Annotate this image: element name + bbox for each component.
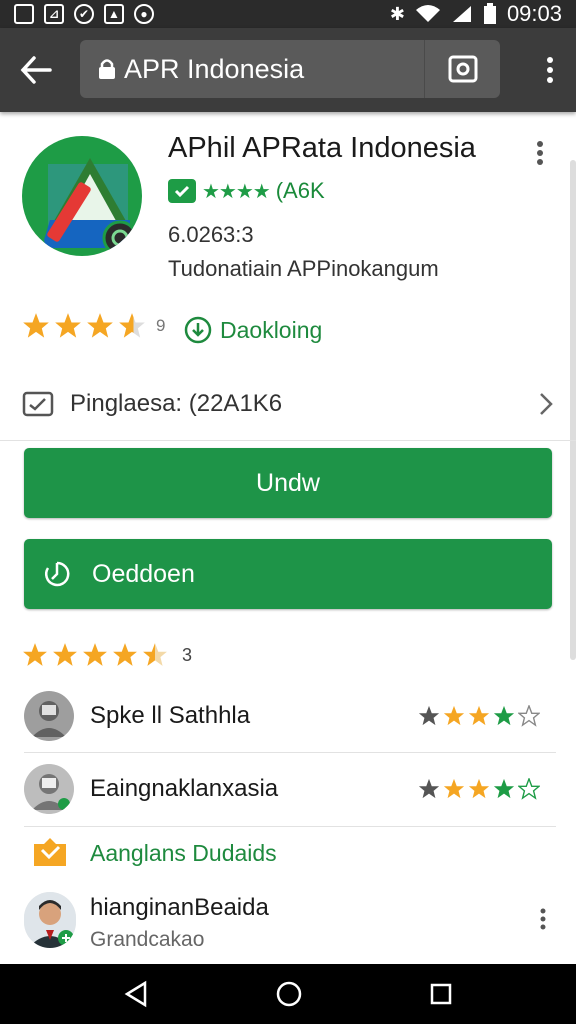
tabs-icon [448, 55, 477, 83]
image-icon: ⊿ [44, 4, 64, 24]
nav-back-icon[interactable] [123, 980, 149, 1008]
star-icon [443, 778, 465, 799]
user-avatar[interactable] [24, 892, 76, 948]
chevron-right-icon [540, 393, 553, 415]
bluetooth-icon: ✱ [389, 3, 405, 24]
star-icon [418, 705, 440, 726]
status-bar: ⊿ ✔ ▲ ● ✱ 09:03 [0, 0, 576, 28]
url-text: APR Indonesia [124, 53, 305, 84]
tag-icon [32, 836, 68, 873]
reviewer-name: Eaingnaklanxasia [90, 775, 279, 802]
wifi-icon [415, 5, 440, 22]
review-stars [418, 705, 540, 727]
section-title[interactable]: Aanglans Dudaids [90, 840, 277, 867]
half-star-icon [143, 643, 167, 666]
download-link[interactable]: Daokloing [184, 316, 322, 344]
app-developer: Tudonatiain APPinokangum [168, 256, 439, 281]
circle-icon: ● [134, 4, 154, 24]
mini-stars: ★★★★ [202, 180, 271, 203]
nav-recents-icon[interactable] [429, 982, 453, 1006]
review-item[interactable]: Eaingnaklanxasia [0, 753, 576, 825]
star-icon [113, 643, 137, 666]
secondary-button[interactable]: Oeddoen [24, 539, 552, 609]
reviewer-name: Spke ll Sathhla [90, 702, 251, 729]
star-icon [23, 313, 49, 338]
rating-line: ★★★★ (A6K [168, 178, 325, 204]
download-circle-icon [184, 316, 212, 344]
star-icon [468, 705, 490, 726]
more-vert-icon [547, 57, 553, 83]
tab-switcher-button[interactable] [424, 40, 500, 98]
half-star-icon [119, 313, 145, 338]
star-icon [493, 705, 515, 726]
primary-button[interactable]: Undw [24, 448, 552, 518]
reviews-count: 3 [182, 644, 193, 665]
avatar [24, 764, 74, 814]
user-more-button[interactable] [540, 908, 546, 935]
star-icon [87, 313, 113, 338]
star-icon [468, 778, 490, 799]
package-info-row[interactable]: Pinglaesa: (22A1K6 [22, 384, 554, 424]
divider [24, 826, 556, 827]
overflow-menu-button[interactable] [546, 56, 554, 89]
app-more-button[interactable] [536, 140, 544, 171]
signal-icon [452, 6, 471, 22]
chat-icon: ✔ [74, 4, 94, 24]
review-item[interactable]: Spke ll Sathhla [0, 680, 576, 752]
star-icon [418, 778, 440, 799]
download-link-label: Daokloing [220, 316, 323, 343]
url-bar[interactable]: APR Indonesia [80, 40, 500, 98]
primary-button-label: Undw [256, 468, 320, 497]
avatar [24, 691, 74, 741]
star-icon [443, 705, 465, 726]
reviews-star-summary: 3 [22, 642, 192, 668]
system-nav-bar [0, 964, 576, 1024]
back-button[interactable] [0, 28, 72, 112]
star-icon [493, 778, 515, 799]
more-vert-icon [537, 141, 543, 165]
star-icon [55, 313, 81, 338]
scrollbar[interactable] [570, 160, 576, 660]
package-label: Pinglaesa: (22A1K6 [70, 390, 283, 417]
secondary-button-label: Oeddoen [92, 559, 195, 588]
user-name: hianginanBeaida [90, 894, 269, 921]
app-icon[interactable] [22, 136, 142, 256]
star-icon [23, 643, 47, 666]
star-outline-icon [518, 705, 540, 727]
verified-badge-icon [168, 179, 196, 203]
lock-icon [98, 58, 116, 80]
star-outline-icon [518, 778, 540, 800]
back-arrow-icon [20, 56, 52, 84]
square-icon [14, 4, 34, 24]
timer-icon [45, 561, 70, 587]
star-count: 9 [156, 316, 166, 335]
star-icon [53, 643, 77, 666]
nav-home-icon[interactable] [275, 980, 303, 1008]
package-icon [22, 391, 54, 417]
review-stars [418, 778, 540, 800]
app-version: 6.0263:3 [168, 222, 254, 247]
app-title: APhil APRata Indonesia [168, 132, 476, 164]
more-vert-icon [540, 908, 546, 930]
user-subtitle: Grandcakao [90, 928, 205, 951]
gallery-icon: ▲ [104, 4, 124, 24]
star-icon [83, 643, 107, 666]
app-star-rating: 9 [22, 312, 165, 340]
battery-icon [483, 3, 496, 24]
clock: 09:03 [506, 1, 562, 26]
divider [0, 440, 576, 441]
rating-badge-text: (A6K [275, 178, 325, 203]
browser-toolbar: APR Indonesia [0, 28, 576, 112]
